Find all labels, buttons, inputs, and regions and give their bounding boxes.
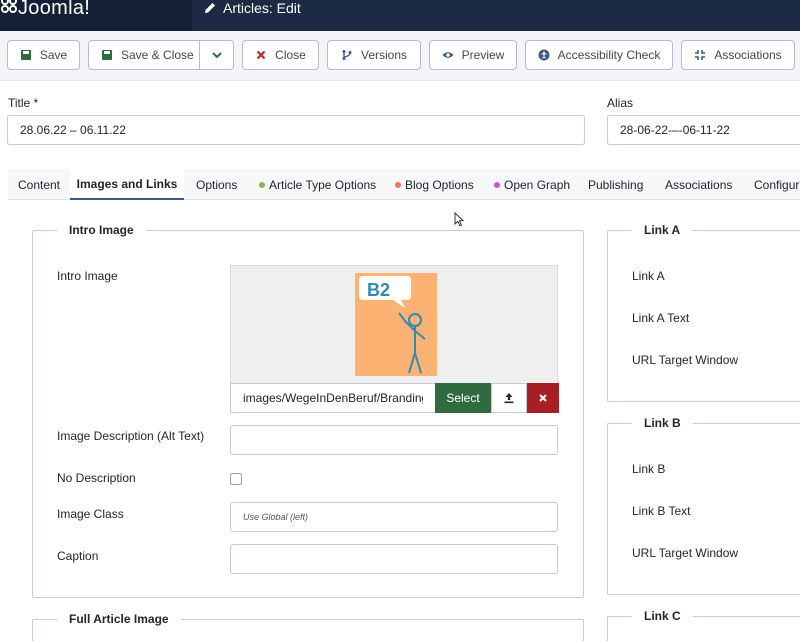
tab-label: Content bbox=[17, 177, 61, 192]
close-icon bbox=[256, 50, 266, 60]
accessibility-label: Accessibility Check bbox=[557, 48, 661, 62]
tab-label: Article Type Options bbox=[269, 177, 377, 192]
select-image-button[interactable]: Select bbox=[435, 383, 491, 413]
save-close-button[interactable]: Save & Close bbox=[88, 40, 234, 70]
close-label: Close bbox=[275, 48, 306, 62]
alias-input[interactable]: 28-06-22-–-06-11-22 bbox=[607, 115, 800, 145]
tab-label: Publishing bbox=[588, 177, 644, 192]
tab-label: Associations bbox=[665, 177, 733, 192]
status-dot bbox=[494, 181, 500, 188]
preview-button[interactable]: Preview bbox=[429, 40, 517, 70]
save-icon bbox=[20, 50, 31, 60]
tab-open-graph[interactable]: Open Graph bbox=[494, 169, 570, 200]
caption-input[interactable] bbox=[230, 544, 558, 574]
tab-label: Images and Links bbox=[76, 176, 178, 191]
brand-name: Joomla! bbox=[18, 0, 91, 19]
title-label: Title * bbox=[8, 96, 39, 110]
image-class-placeholder: Use Global (left) bbox=[243, 512, 309, 522]
tab-bar: Content Images and Links Options Article… bbox=[8, 169, 800, 200]
link-b-label: Link B bbox=[632, 462, 666, 476]
status-dot bbox=[395, 181, 401, 188]
upload-button[interactable] bbox=[491, 383, 527, 413]
tab-blog-options[interactable]: Blog Options bbox=[395, 169, 474, 200]
pencil-icon bbox=[205, 3, 215, 13]
code-branch-icon bbox=[342, 50, 352, 60]
intro-image-path-field[interactable]: images/WegeInDenBeruf/Branding/ Select bbox=[230, 383, 559, 413]
link-c-legend: Link C bbox=[632, 609, 693, 623]
close-button[interactable]: Close bbox=[242, 40, 319, 70]
link-b-legend: Link B bbox=[632, 416, 693, 430]
select-label: Select bbox=[446, 391, 480, 405]
tab-configure[interactable]: Configure bbox=[754, 169, 800, 200]
save-button[interactable]: Save bbox=[7, 40, 80, 70]
intro-image-label: Intro Image bbox=[57, 269, 118, 283]
alt-text-label: Image Description (Alt Text) bbox=[57, 429, 205, 443]
mouse-cursor-icon bbox=[454, 212, 464, 227]
image-class-label: Image Class bbox=[57, 507, 124, 521]
save-icon bbox=[102, 50, 112, 60]
brand[interactable]: Joomla! bbox=[0, 0, 192, 31]
title-value: 28.06.22 – 06.11.22 bbox=[20, 123, 126, 137]
upload-icon bbox=[504, 393, 514, 404]
person-speech-bubble-icon: B2 bbox=[359, 276, 426, 374]
tab-label: Blog Options bbox=[405, 177, 474, 192]
versions-button[interactable]: Versions bbox=[327, 40, 421, 70]
caption-label: Caption bbox=[57, 549, 99, 563]
tab-article-type-options[interactable]: Article Type Options bbox=[259, 169, 376, 200]
intro-image-legend: Intro Image bbox=[57, 223, 146, 237]
save-dropdown-toggle[interactable] bbox=[200, 41, 234, 69]
tab-content[interactable]: Content bbox=[8, 169, 70, 200]
intro-image-path: images/WegeInDenBeruf/Branding/ bbox=[243, 391, 423, 405]
compress-icon bbox=[695, 50, 706, 60]
link-a-target-label: URL Target Window bbox=[632, 353, 739, 367]
full-article-image-legend: Full Article Image bbox=[57, 612, 181, 626]
close-icon bbox=[539, 394, 547, 402]
no-description-checkbox[interactable] bbox=[230, 473, 242, 485]
page-title: Articles: Edit bbox=[203, 0, 301, 16]
save-label: Save bbox=[39, 48, 68, 62]
eye-icon bbox=[442, 52, 454, 58]
alias-value: 28-06-22-–-06-11-22 bbox=[620, 123, 730, 137]
link-b-text-label: Link B Text bbox=[632, 504, 691, 518]
toolbar: Save Save & Close Close Versions Preview… bbox=[0, 31, 800, 81]
preview-label: Preview bbox=[461, 48, 505, 62]
intro-image-preview: B2 bbox=[230, 265, 558, 383]
link-a-text-label: Link A Text bbox=[632, 311, 690, 325]
badge-text: B2 bbox=[367, 280, 390, 300]
versions-label: Versions bbox=[360, 48, 408, 62]
top-header: Joomla! Articles: Edit bbox=[0, 0, 800, 31]
alt-text-input[interactable] bbox=[230, 425, 558, 455]
image-class-input[interactable]: Use Global (left) bbox=[230, 502, 558, 532]
joomla-logo-icon bbox=[1, 0, 17, 13]
tab-images-and-links[interactable]: Images and Links bbox=[70, 169, 184, 200]
save-close-label: Save & Close bbox=[121, 48, 194, 62]
tab-label: Configure bbox=[754, 177, 800, 192]
associations-button[interactable]: Associations bbox=[681, 40, 795, 70]
tab-associations[interactable]: Associations bbox=[665, 169, 732, 200]
link-b-target-label: URL Target Window bbox=[632, 546, 739, 560]
link-a-legend: Link A bbox=[632, 223, 693, 237]
associations-label: Associations bbox=[714, 48, 782, 62]
page-title-text: Articles: Edit bbox=[223, 0, 301, 16]
chevron-down-icon bbox=[212, 52, 222, 59]
link-a-label: Link A bbox=[632, 269, 665, 283]
alias-label: Alias bbox=[607, 96, 634, 110]
tab-publishing[interactable]: Publishing bbox=[588, 169, 643, 200]
tab-options[interactable]: Options bbox=[196, 169, 237, 200]
tab-label: Options bbox=[196, 177, 238, 192]
intro-image-thumbnail: B2 bbox=[355, 273, 437, 376]
no-description-label: No Description bbox=[57, 471, 136, 485]
accessibility-check-button[interactable]: Accessibility Check bbox=[525, 40, 673, 70]
status-dot bbox=[259, 181, 265, 188]
clear-image-button[interactable] bbox=[527, 383, 559, 413]
tab-label: Open Graph bbox=[504, 177, 571, 192]
universal-access-icon bbox=[538, 49, 550, 61]
title-input[interactable]: 28.06.22 – 06.11.22 bbox=[7, 115, 585, 145]
